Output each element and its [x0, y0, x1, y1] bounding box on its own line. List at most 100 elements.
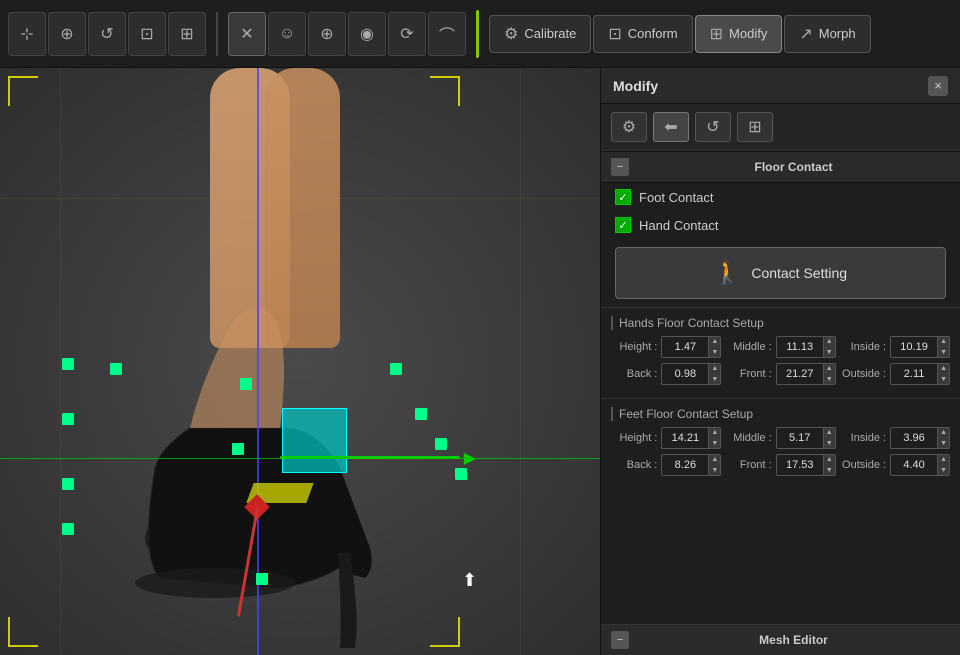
toolbar-separator-1 [216, 12, 218, 56]
floor-contact-collapse-btn[interactable]: − [611, 158, 629, 176]
feet-back-row: Back : ▲ ▼ Front : ▲ ▼ Outside : [611, 454, 950, 476]
hands-outside-up[interactable]: ▲ [938, 363, 949, 374]
hands-middle-label: Middle : [725, 341, 771, 353]
hands-inside-input[interactable] [891, 337, 937, 357]
tab-morph[interactable]: ↺ [695, 112, 731, 142]
hands-front-down[interactable]: ▼ [824, 374, 835, 385]
hands-middle-input[interactable] [777, 337, 823, 357]
feet-inside-up[interactable]: ▲ [938, 427, 949, 438]
hands-front-label: Front : [725, 368, 771, 380]
hands-inside-label: Inside : [840, 341, 886, 353]
calibrate-button[interactable]: ⚙ Calibrate [489, 15, 591, 53]
hands-front-up[interactable]: ▲ [824, 363, 835, 374]
feet-front-up[interactable]: ▲ [824, 454, 835, 465]
hands-inside-up[interactable]: ▲ [938, 336, 949, 347]
hands-height-down[interactable]: ▼ [709, 347, 720, 358]
gizmo-dot-3[interactable] [62, 478, 74, 490]
hands-back-spinners: ▲ ▼ [708, 363, 720, 385]
hands-front-input[interactable] [777, 364, 823, 384]
feet-middle-input[interactable] [777, 428, 823, 448]
hands-height-row: Height : ▲ ▼ Middle : ▲ ▼ Inside : [611, 336, 950, 358]
feet-inside-input[interactable] [891, 428, 937, 448]
mesh-editor-collapse-btn[interactable]: − [611, 631, 629, 649]
hands-inside-down[interactable]: ▼ [938, 347, 949, 358]
feet-outside-up[interactable]: ▲ [938, 454, 949, 465]
morph-icon: ↗ [799, 24, 812, 44]
hands-back-down[interactable]: ▼ [709, 374, 720, 385]
gizmo-dot-5[interactable] [110, 363, 122, 375]
feet-height-input[interactable] [662, 428, 708, 448]
toolbar-btn-face[interactable]: ☺ [268, 12, 306, 56]
gizmo-dot-2[interactable] [62, 413, 74, 425]
toolbar-btn-ik[interactable]: ⟳ [388, 12, 426, 56]
feet-middle-down[interactable]: ▼ [824, 438, 835, 449]
toolbar-btn-skeleton[interactable]: ✕ [228, 12, 266, 56]
feet-height-down[interactable]: ▼ [709, 438, 720, 449]
toolbar-btn-transform[interactable]: ⊹ [8, 12, 46, 56]
tab-checker[interactable]: ⊞ [737, 112, 773, 142]
feet-back-spinners: ▲ ▼ [708, 454, 720, 476]
toolbar-btn-eye[interactable]: ◉ [348, 12, 386, 56]
feet-outside-input[interactable] [891, 455, 937, 475]
tab-bones[interactable]: ⬅ [653, 112, 689, 142]
feet-setup-title: Feet Floor Contact Setup [611, 407, 950, 421]
foot-contact-row: ✓ Foot Contact [601, 183, 960, 211]
gizmo-dot-10[interactable] [435, 438, 447, 450]
feet-front-input[interactable] [777, 455, 823, 475]
gizmo-dot-11[interactable] [455, 468, 467, 480]
modify-button[interactable]: ⊞ Modify [695, 15, 783, 53]
gizmo-dot-8[interactable] [390, 363, 402, 375]
hands-back-input[interactable] [662, 364, 708, 384]
tab-sliders[interactable]: ⚙ [611, 112, 647, 142]
hand-contact-checkbox[interactable]: ✓ [615, 217, 631, 233]
foot-contact-checkbox[interactable]: ✓ [615, 189, 631, 205]
hands-back-up[interactable]: ▲ [709, 363, 720, 374]
arrow-green-right: ▶ [280, 456, 460, 459]
gizmo-dot-1[interactable] [62, 358, 74, 370]
feet-outside-field: ▲ ▼ [890, 454, 950, 476]
gizmo-dot-4[interactable] [62, 523, 74, 535]
bracket-bottom-left [8, 617, 38, 647]
feet-middle-up[interactable]: ▲ [824, 427, 835, 438]
feet-inside-down[interactable]: ▼ [938, 438, 949, 449]
toolbar-btn-scale[interactable]: ⊡ [128, 12, 166, 56]
gizmo-dot-9[interactable] [415, 408, 427, 420]
bracket-bottom-right [430, 617, 460, 647]
conform-button[interactable]: ⊡ Conform [593, 15, 692, 53]
viewport[interactable]: ▶ ⬆ [0, 68, 600, 655]
gizmo-dot-6[interactable] [240, 378, 252, 390]
contact-setting-button[interactable]: 🚶 Contact Setting [615, 247, 946, 299]
hands-height-up[interactable]: ▲ [709, 336, 720, 347]
feet-height-up[interactable]: ▲ [709, 427, 720, 438]
modify-label: Modify [729, 26, 767, 41]
mesh-editor-title: Mesh Editor [637, 633, 950, 647]
toolbar-btn-move[interactable]: ⊕ [48, 12, 86, 56]
hands-middle-up[interactable]: ▲ [824, 336, 835, 347]
feet-middle-field: ▲ ▼ [776, 427, 836, 449]
toolbar-btn-globe[interactable]: ⊕ [308, 12, 346, 56]
hands-outside-field: ▲ ▼ [890, 363, 950, 385]
feet-back-input[interactable] [662, 455, 708, 475]
hands-back-label: Back : [611, 368, 657, 380]
feet-back-up[interactable]: ▲ [709, 454, 720, 465]
hands-outside-input[interactable] [891, 364, 937, 384]
feet-back-field: ▲ ▼ [661, 454, 721, 476]
gizmo-dot-center[interactable] [256, 573, 268, 585]
toolbar-btn-gizmo[interactable]: ⊞ [168, 12, 206, 56]
panel-close-button[interactable]: × [928, 76, 948, 96]
gizmo-red-line [237, 508, 259, 617]
hands-middle-down[interactable]: ▼ [824, 347, 835, 358]
feet-outside-down[interactable]: ▼ [938, 465, 949, 476]
toolbar-btn-rotate[interactable]: ↺ [88, 12, 126, 56]
morph-button[interactable]: ↗ Morph [784, 15, 870, 53]
feet-middle-label: Middle : [725, 432, 771, 444]
feet-front-down[interactable]: ▼ [824, 465, 835, 476]
hands-outside-down[interactable]: ▼ [938, 374, 949, 385]
feet-front-field: ▲ ▼ [776, 454, 836, 476]
toolbar-btn-arc[interactable]: ⌒ [428, 12, 466, 56]
feet-height-spinners: ▲ ▼ [708, 427, 720, 449]
gizmo-dot-7[interactable] [232, 443, 244, 455]
feet-back-down[interactable]: ▼ [709, 465, 720, 476]
feet-back-label: Back : [611, 459, 657, 471]
hands-height-input[interactable] [662, 337, 708, 357]
